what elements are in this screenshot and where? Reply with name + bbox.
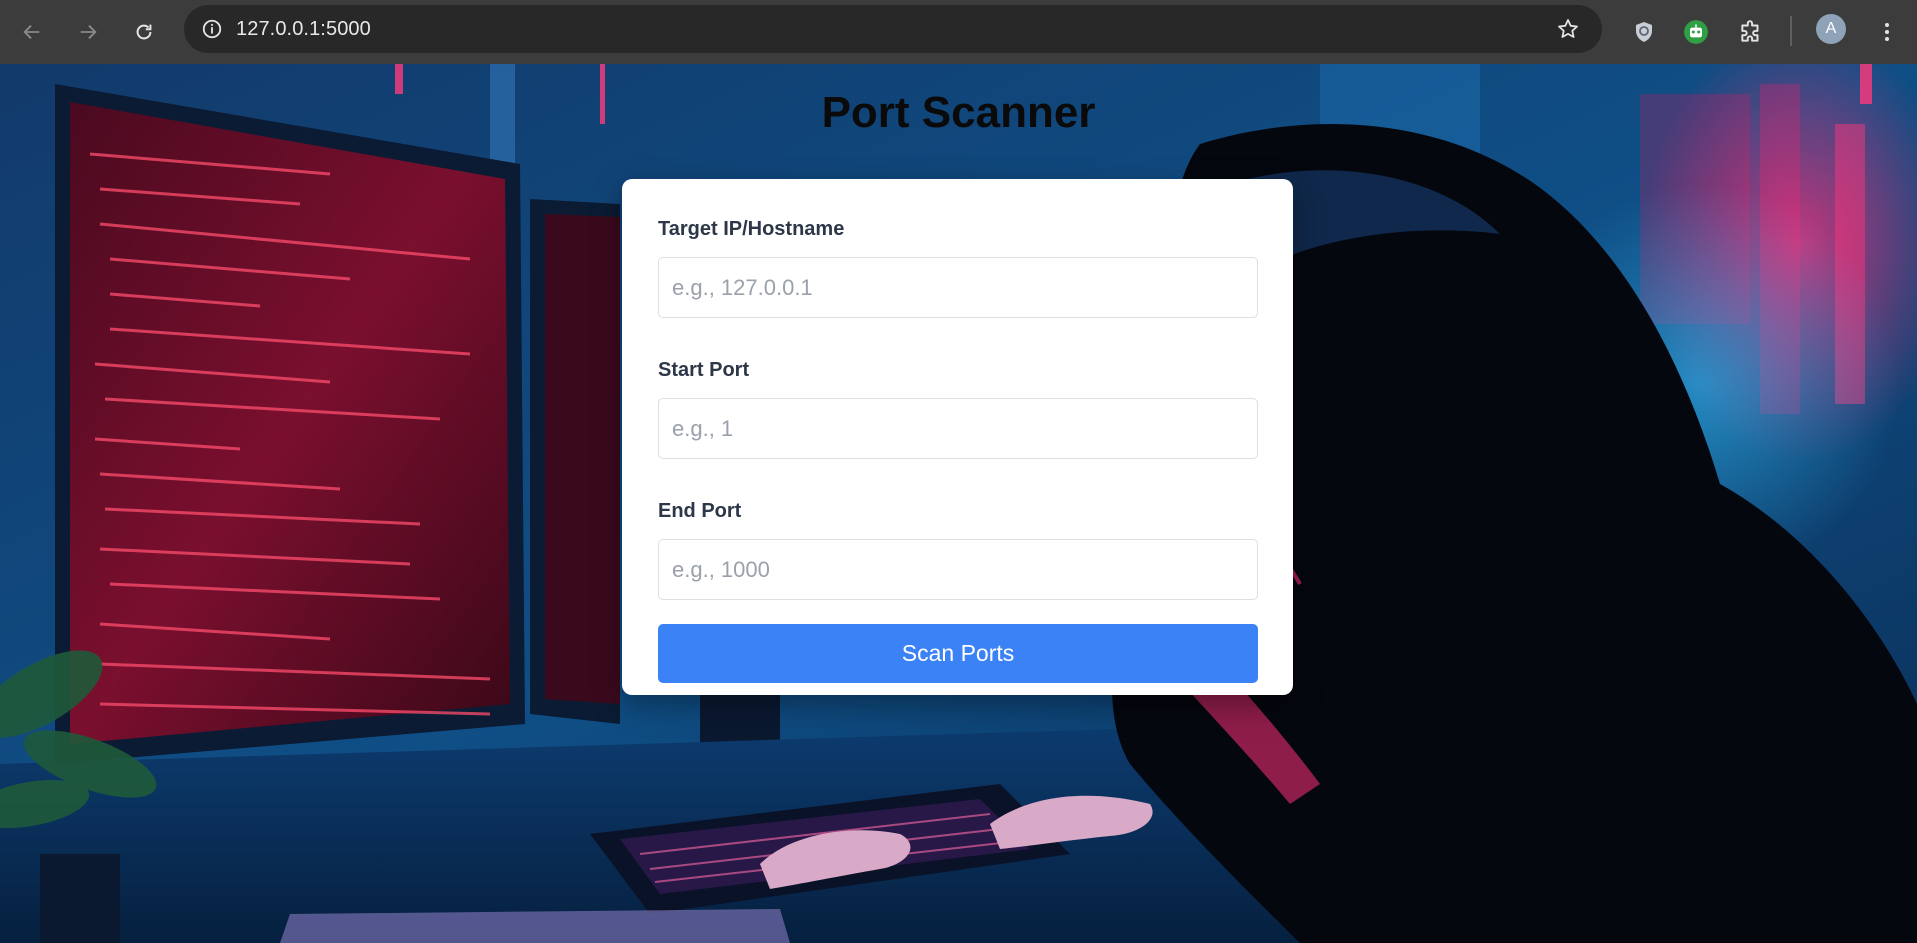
shield-extension-button[interactable] — [1624, 12, 1664, 52]
browser-menu-button[interactable] — [1870, 12, 1904, 52]
back-button[interactable] — [12, 12, 52, 52]
info-icon — [202, 19, 222, 39]
arrow-left-icon — [23, 24, 40, 40]
shield-extension-icon — [1636, 22, 1652, 42]
robot-extension-button[interactable] — [1676, 12, 1716, 52]
arrow-right-icon — [80, 24, 97, 40]
puzzle-icon — [1741, 20, 1759, 42]
start-port-label: Start Port — [658, 359, 750, 381]
address-bar[interactable]: 127.0.0.1:5000 — [184, 5, 1602, 53]
profile-avatar[interactable]: A — [1816, 14, 1846, 44]
toolbar-divider — [1790, 16, 1792, 46]
extensions-button[interactable] — [1731, 12, 1771, 52]
scan-form-card: Target IP/Hostname Start Port End Port S… — [622, 179, 1293, 695]
url-text[interactable]: 127.0.0.1:5000 — [236, 18, 371, 41]
target-input[interactable] — [658, 257, 1258, 318]
kebab-menu-icon — [1885, 23, 1889, 41]
page-viewport: Port Scanner Target IP/Hostname Start Po… — [0, 64, 1917, 943]
start-port-input[interactable] — [658, 398, 1258, 459]
bookmark-button[interactable] — [1554, 15, 1582, 43]
reload-button[interactable] — [124, 12, 164, 52]
reload-icon — [136, 24, 152, 40]
end-port-input[interactable] — [658, 539, 1258, 600]
end-port-label: End Port — [658, 500, 742, 522]
star-icon — [1558, 19, 1578, 38]
target-label: Target IP/Hostname — [658, 218, 845, 240]
page-title: Port Scanner — [821, 88, 1096, 137]
robot-extension-icon — [1684, 20, 1708, 44]
site-info-button[interactable] — [196, 13, 228, 45]
forward-button[interactable] — [68, 12, 108, 52]
scan-ports-button[interactable]: Scan Ports — [658, 624, 1258, 683]
browser-toolbar: 127.0.0.1:5000 A — [0, 0, 1917, 64]
